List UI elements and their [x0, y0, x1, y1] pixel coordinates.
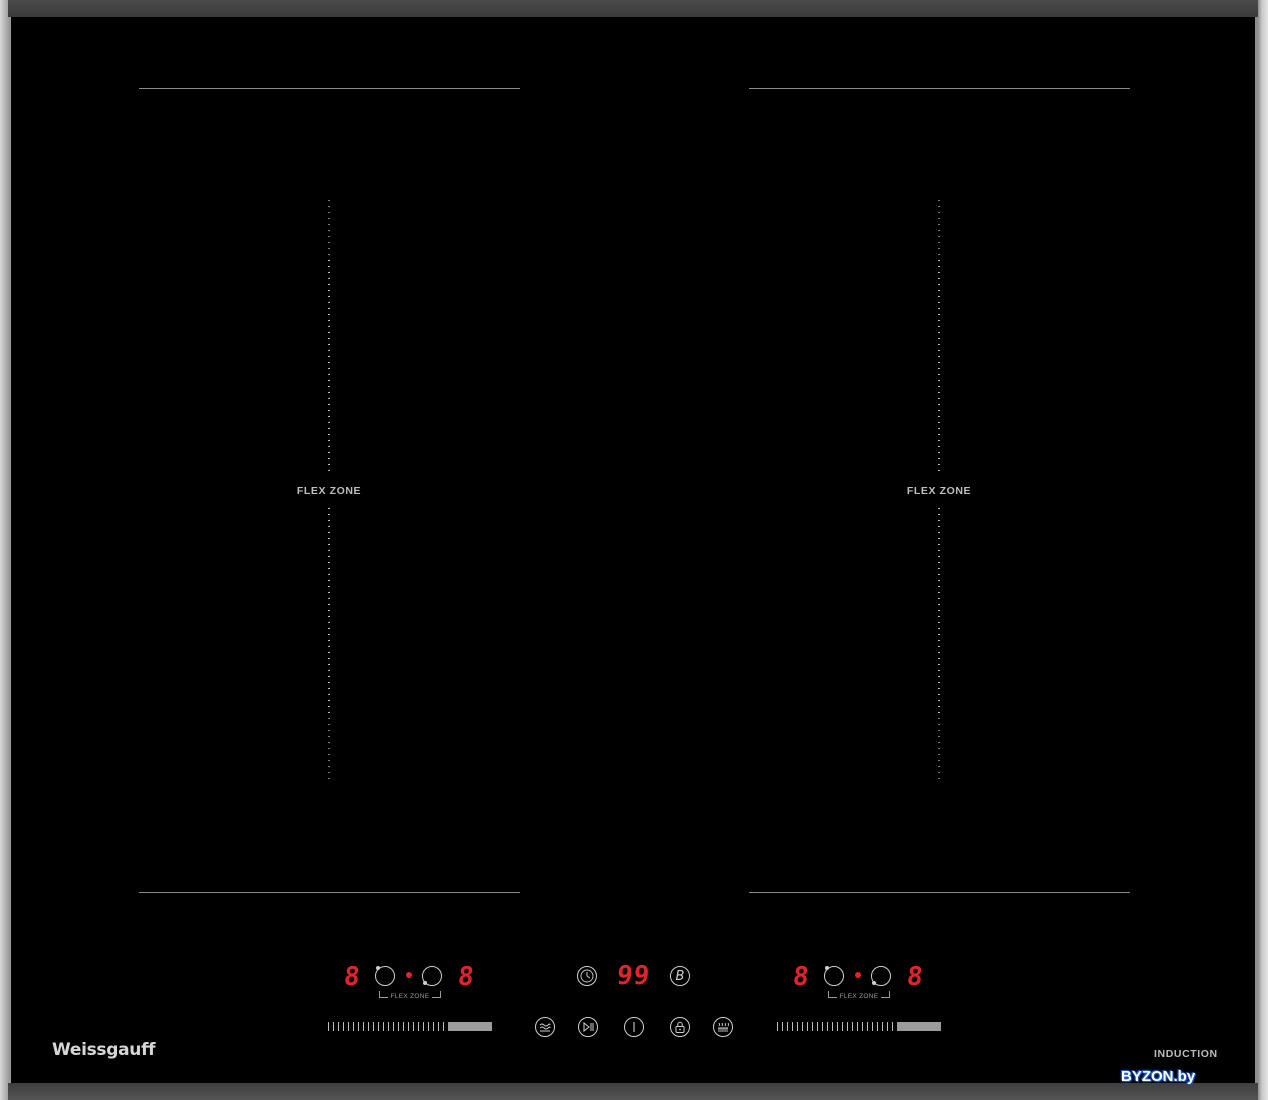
- keep-warm-icon[interactable]: [535, 1017, 555, 1037]
- right-zone-divider-bottom-faint: [938, 718, 940, 782]
- left-front-zone-indicator: [376, 966, 380, 970]
- right-rear-power-display: 8: [905, 962, 926, 992]
- left-flex-zone-label: FLEX ZONE: [296, 485, 362, 497]
- left-flex-link-indicator: [406, 972, 412, 978]
- left-zone-divider-top: [328, 260, 330, 475]
- right-front-power-display: 8: [791, 962, 812, 992]
- left-zone-bottom-line: [139, 892, 520, 893]
- right-rear-zone-indicator: [872, 981, 876, 985]
- left-power-slider[interactable]: [328, 1022, 492, 1031]
- bbq-icon[interactable]: [713, 1017, 733, 1037]
- left-zone-divider-bottom: [328, 508, 330, 718]
- right-zone-top-line: [749, 88, 1130, 89]
- right-zone-divider-top: [938, 260, 940, 475]
- right-slider-ticks: [777, 1022, 895, 1031]
- lock-icon[interactable]: [670, 1017, 690, 1037]
- right-flex-link-indicator: [855, 972, 861, 978]
- left-zone-divider-bottom-faint: [328, 718, 330, 782]
- top-edge: [8, 0, 1258, 17]
- right-power-slider[interactable]: [777, 1022, 941, 1031]
- left-rear-zone-indicator: [423, 981, 427, 985]
- boost-b-icon[interactable]: B: [670, 966, 690, 986]
- right-flex-zone-link-button[interactable]: FLEX ZONE: [824, 991, 894, 1000]
- left-front-power-display: 8: [342, 962, 363, 992]
- left-slider-boost-bar: [448, 1022, 492, 1031]
- right-slider-boost-bar: [897, 1022, 941, 1031]
- bottom-edge: [8, 1083, 1258, 1100]
- left-rear-power-display: 8: [456, 962, 477, 992]
- left-slider-ticks: [328, 1022, 446, 1031]
- left-flex-zone-link-button[interactable]: FLEX ZONE: [375, 991, 445, 1000]
- clock-icon[interactable]: [577, 966, 597, 986]
- play-pause-icon[interactable]: [578, 1017, 598, 1037]
- right-zone-bottom-line: [749, 892, 1130, 893]
- brand-logo: Weissgauff: [52, 1040, 156, 1060]
- right-flex-zone-label: FLEX ZONE: [906, 485, 972, 497]
- timer-display: 99: [615, 961, 652, 991]
- right-front-zone-indicator: [825, 966, 829, 970]
- watermark: BYZON.by: [1121, 1068, 1196, 1085]
- right-zone-divider-bottom: [938, 508, 940, 718]
- power-icon[interactable]: [624, 1017, 644, 1037]
- left-zone-top-line: [139, 88, 520, 89]
- right-zone-divider-top-faint: [938, 200, 940, 260]
- induction-label: INDUCTION: [1154, 1048, 1218, 1060]
- glass-surface: [11, 17, 1255, 1083]
- left-zone-divider-top-faint: [328, 200, 330, 260]
